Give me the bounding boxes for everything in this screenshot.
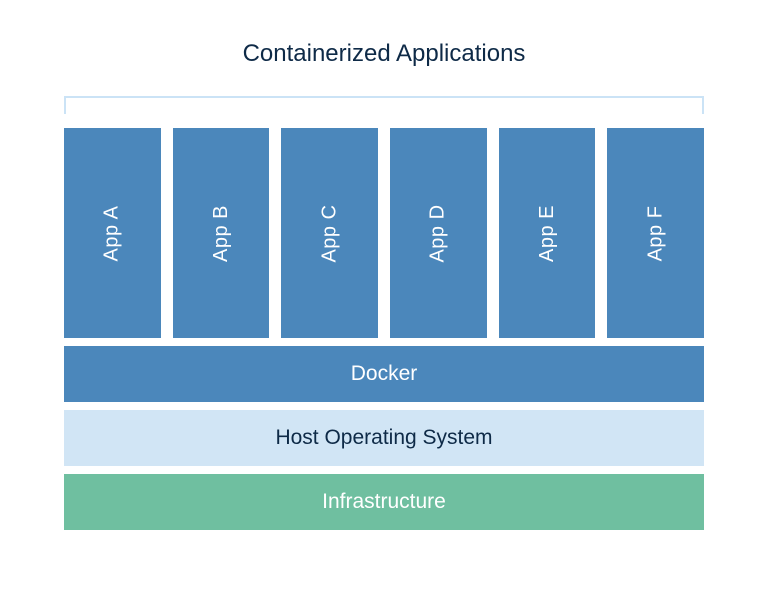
diagram-title: Containerized Applications [243,40,526,68]
app-label: App C [318,204,341,262]
app-box-d: App D [390,128,487,338]
app-box-f: App F [607,128,704,338]
apps-bracket [64,96,704,114]
app-label: App D [427,204,450,262]
app-label: App E [536,205,559,262]
app-label: App A [101,205,124,261]
layer-infrastructure: Infrastructure [64,474,704,530]
layer-host: Host Operating System [64,410,704,466]
app-box-b: App B [173,128,270,338]
app-box-a: App A [64,128,161,338]
app-label: App B [210,205,233,262]
app-label: App F [644,205,667,261]
layer-docker: Docker [64,346,704,402]
app-box-e: App E [499,128,596,338]
apps-row: App A App B App C App D App E App F [64,128,704,338]
app-box-c: App C [281,128,378,338]
